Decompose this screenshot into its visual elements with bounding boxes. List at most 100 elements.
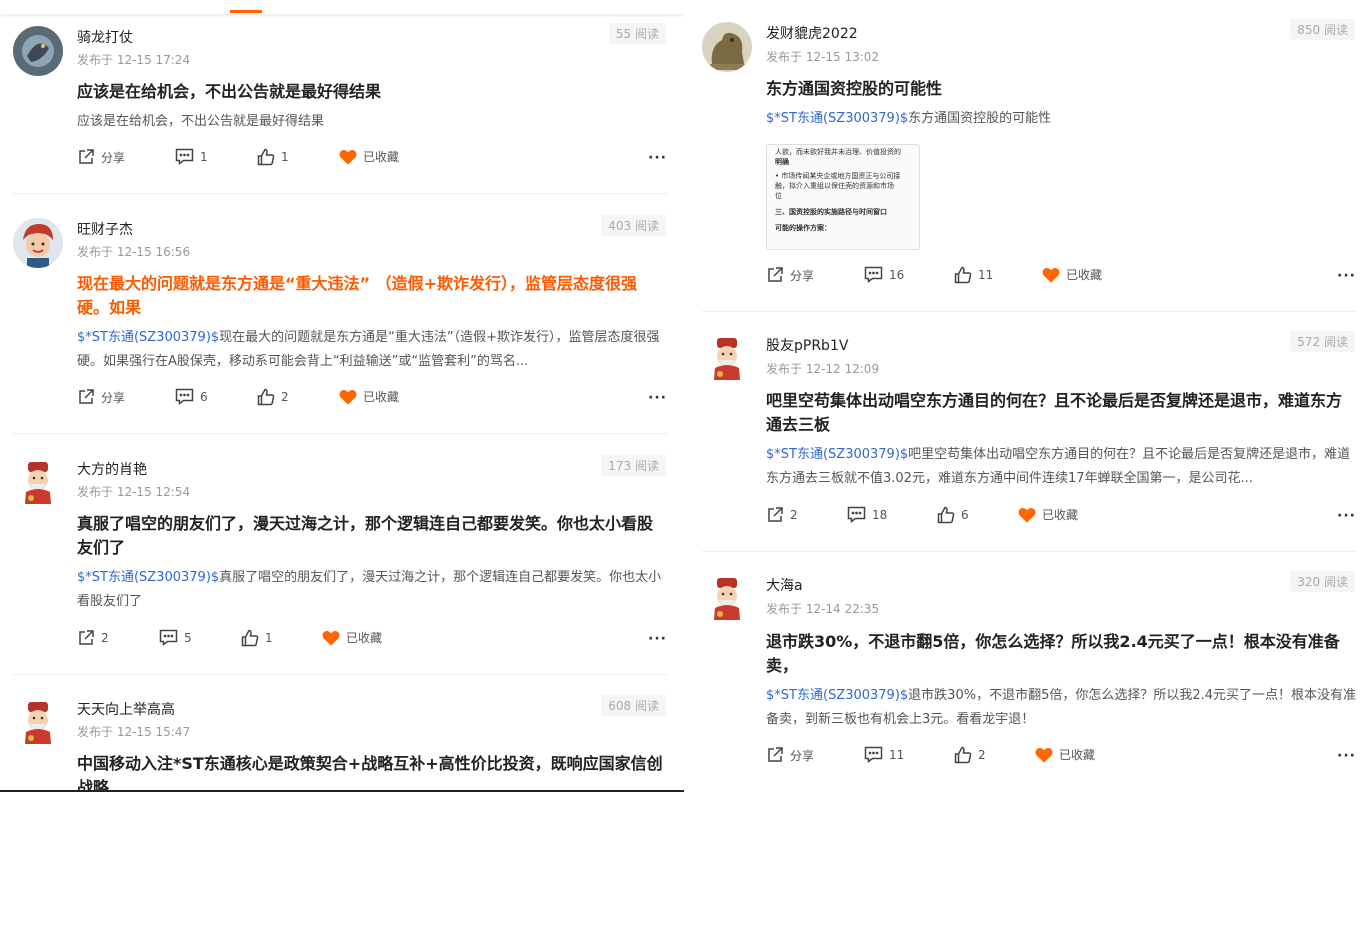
post-actions: 分享 16 11 已收藏 ··· [766, 266, 1356, 290]
collect-label: 已收藏 [346, 631, 383, 645]
collect-button[interactable]: 已收藏 [1035, 746, 1095, 763]
post-body[interactable]: 应该是在给机会，不出公告就是最好得结果 [77, 110, 667, 134]
stock-tag-link[interactable]: $*ST东通(SZ300379)$ [766, 447, 908, 462]
username[interactable]: 股友pPRb1V [766, 335, 848, 355]
comment-button[interactable]: 6 [175, 388, 208, 405]
post-title[interactable]: 中国移动入注*ST东通核心是政策契合+战略互补+高性价比投资，既响应国家信创战略 [77, 752, 667, 790]
like-button[interactable]: 11 [954, 266, 993, 284]
share-label: 分享 [101, 150, 126, 165]
fortune-god-avatar[interactable] [702, 334, 752, 384]
stock-tag-link[interactable]: $*ST东通(SZ300379)$ [766, 111, 908, 126]
stock-tag-link[interactable]: $*ST东通(SZ300379)$ [77, 570, 219, 585]
username[interactable]: 骑龙打仗 [77, 27, 133, 47]
divider [13, 674, 667, 675]
username[interactable]: 天天向上举高高 [77, 699, 175, 719]
comment-count: 5 [184, 630, 192, 645]
comment-count: 11 [889, 747, 905, 762]
post-body[interactable]: $*ST东通(SZ300379)$吧里空苟集体出动唱空东方通目的何在？且不论最后… [766, 443, 1356, 491]
comment-button[interactable]: 11 [864, 746, 904, 763]
share-button[interactable]: 分享 [766, 746, 814, 764]
more-options-button[interactable]: ··· [648, 631, 667, 647]
post-body[interactable]: $*ST东通(SZ300379)$东方通国资控股的可能性 [766, 107, 1356, 131]
username[interactable]: 发财貔虎2022 [766, 23, 858, 43]
dragon-avatar[interactable] [13, 26, 63, 76]
comment-button[interactable]: 16 [864, 266, 904, 283]
comment-icon [864, 746, 883, 763]
collect-label: 已收藏 [1059, 748, 1096, 762]
share-icon [79, 149, 94, 164]
share-button[interactable]: 2 [766, 506, 798, 524]
post-image-thumbnail[interactable]: 人欲，而未欲好我并未治理、价值投资的 明确 • 市场传闻某央企或地方国资正与公司… [766, 144, 920, 250]
fortune-god-avatar[interactable] [13, 698, 63, 748]
share-button[interactable]: 2 [77, 629, 109, 647]
post-title[interactable]: 东方通国资控股的可能性 [766, 77, 1356, 101]
post-title[interactable]: 退市跌30%，不退市翻5倍，你怎么选择？所以我2.4元买了一点！根本没有准备卖， [766, 630, 1356, 678]
collect-button[interactable]: 已收藏 [1018, 506, 1078, 523]
cartoon-boy-avatar[interactable] [13, 218, 63, 268]
collect-button[interactable]: 已收藏 [339, 388, 399, 405]
right-feed-panel: 发财貔虎2022 发布于 12-15 13:02 850 阅读 东方通国资控股的… [700, 0, 1364, 790]
post-time: 发布于 12-15 15:47 [77, 725, 191, 739]
stock-tag-link[interactable]: $*ST东通(SZ300379)$ [766, 688, 908, 703]
divider [702, 311, 1356, 312]
share-icon [79, 630, 94, 645]
read-count-badge: 608 阅读 [601, 695, 666, 716]
comment-count: 6 [200, 389, 208, 404]
share-button[interactable]: 分享 [766, 266, 814, 284]
fortune-god-avatar[interactable] [702, 574, 752, 624]
share-icon [768, 267, 783, 282]
share-button[interactable]: 分享 [77, 148, 125, 166]
post-body[interactable]: $*ST东通(SZ300379)$真服了唱空的朋友们了，漫天过海之计，那个逻辑连… [77, 566, 667, 614]
post-title[interactable]: 吧里空苟集体出动唱空东方通目的何在？且不论最后是否复牌还是退市，难道东方通去三板 [766, 389, 1356, 437]
more-options-button[interactable]: ··· [1337, 268, 1356, 284]
like-button[interactable]: 1 [241, 629, 273, 647]
like-count: 2 [978, 748, 986, 762]
heart-icon [1018, 507, 1036, 522]
collect-button[interactable]: 已收藏 [339, 148, 399, 165]
more-options-button[interactable]: ··· [648, 390, 667, 406]
collect-label: 已收藏 [363, 150, 400, 164]
thumb-line: • 市场传闻某央企或地方国资正与公司接 [775, 172, 901, 180]
comment-button[interactable]: 18 [847, 506, 887, 523]
stock-tag-link[interactable]: $*ST东通(SZ300379)$ [77, 330, 219, 345]
comment-icon [864, 266, 883, 283]
thumbs-up-icon [937, 506, 955, 524]
more-options-button[interactable]: ··· [1337, 748, 1356, 764]
share-button[interactable]: 分享 [77, 388, 125, 406]
post-actions: 2 5 1 已收藏 ··· [77, 629, 667, 653]
like-button[interactable]: 2 [954, 746, 986, 764]
more-options-button[interactable]: ··· [1337, 508, 1356, 524]
username[interactable]: 旺财子杰 [77, 219, 133, 239]
post-title[interactable]: 应该是在给机会，不出公告就是最好得结果 [77, 80, 667, 104]
fortune-god-avatar[interactable] [13, 458, 63, 508]
comment-button[interactable]: 1 [175, 148, 208, 165]
like-button[interactable]: 1 [257, 148, 289, 166]
like-button[interactable]: 6 [937, 506, 969, 524]
divider [13, 193, 667, 194]
username[interactable]: 大方的肖艳 [77, 459, 147, 479]
share-count: 2 [101, 631, 109, 645]
post-time: 发布于 12-15 17:24 [77, 53, 191, 67]
username[interactable]: 大海a [766, 575, 803, 595]
read-count-badge: 850 阅读 [1290, 19, 1355, 40]
pixiu-statue-avatar[interactable] [702, 22, 752, 72]
comment-icon [175, 388, 194, 405]
post-title[interactable]: 真服了唱空的朋友们了，漫天过海之计，那个逻辑连自己都要发笑。你也太小看股友们了 [77, 512, 667, 560]
post-body-text: 应该是在给机会，不出公告就是最好得结果 [77, 114, 325, 129]
thumb-line: 可能的操作方案： [775, 224, 831, 232]
thumb-line: 触，拟介入重组以保住壳的资源和市场 [775, 182, 894, 190]
collect-button[interactable]: 已收藏 [322, 629, 382, 646]
share-icon [79, 389, 94, 404]
like-button[interactable]: 2 [257, 388, 289, 406]
collect-button[interactable]: 已收藏 [1042, 266, 1102, 283]
top-tab-bar [0, 0, 684, 14]
heart-icon [322, 630, 340, 645]
thumbs-up-icon [257, 388, 275, 406]
more-options-button[interactable]: ··· [648, 150, 667, 166]
post-body[interactable]: $*ST东通(SZ300379)$现在最大的问题就是东方通是“重大违法”（造假+… [77, 326, 667, 374]
comment-button[interactable]: 5 [159, 629, 192, 646]
left-feed-panel: 骑龙打仗 发布于 12-15 17:24 55 阅读 应该是在给机会，不出公告就… [0, 0, 684, 792]
like-count: 1 [281, 150, 289, 164]
post-body[interactable]: $*ST东通(SZ300379)$退市跌30%，不退市翻5倍，你怎么选择？所以我… [766, 684, 1356, 732]
post-title[interactable]: 现在最大的问题就是东方通是“重大违法” （造假+欺诈发行），监管层态度很强硬。如… [77, 272, 667, 320]
